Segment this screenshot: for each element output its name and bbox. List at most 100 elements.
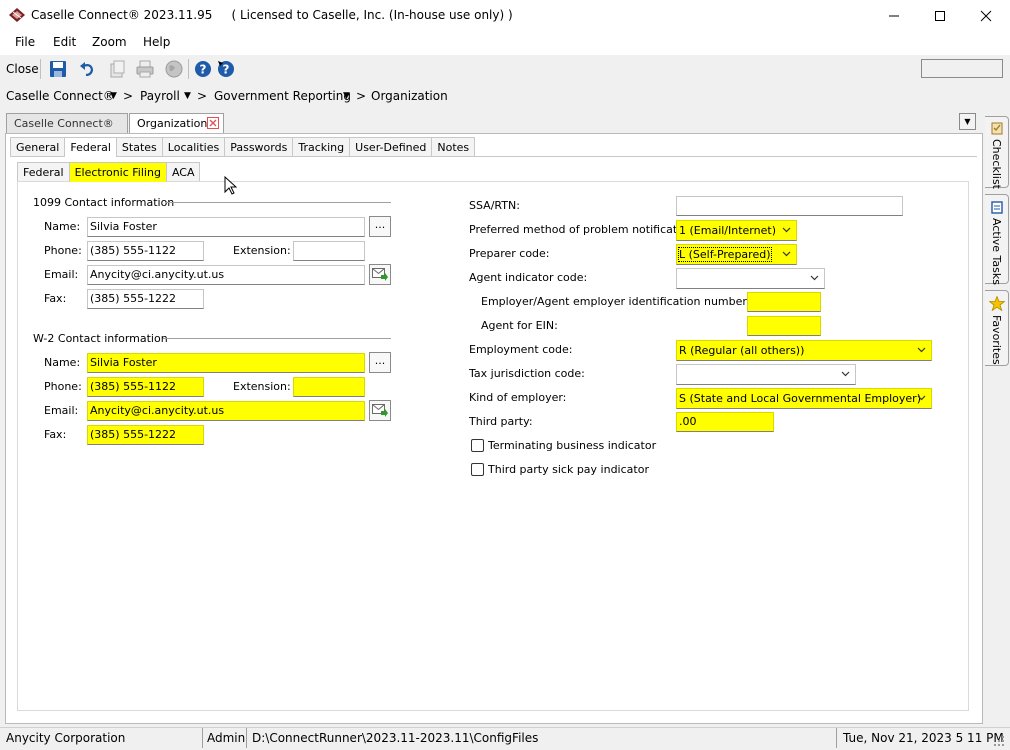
status-datetime: Tue, Nov 21, 2023 5 11 PM [843,731,1004,745]
status-separator [246,728,247,748]
tab-notes[interactable]: Notes [431,137,476,156]
tab-passwords[interactable]: Passwords [224,137,294,156]
notification-method-select[interactable]: 1 (Email/Internet) [676,220,797,241]
close-window-button[interactable] [963,0,1009,31]
breadcrumb-government-reporting[interactable]: Government Reporting [214,89,351,103]
subtab-aca[interactable]: ACA [165,162,201,181]
tax-jurisdiction-label: Tax jurisdiction code: [469,367,585,380]
menu-edit[interactable]: Edit [53,35,76,49]
side-tab-favorites-label: Favorites [990,315,1003,365]
contact-1099-phone-field[interactable]: (385) 555-1122 [87,241,204,261]
subtab-electronic-filing[interactable]: Electronic Filing [68,162,167,182]
undo-icon[interactable] [78,60,96,78]
minimize-button[interactable] [871,0,917,31]
toolbar-search-box[interactable] [921,59,1003,78]
side-tab-active-tasks-label: Active Tasks [990,218,1003,285]
employment-code-select[interactable]: R (Regular (all others)) [676,340,932,361]
terminating-business-checkbox[interactable] [471,439,484,452]
kind-of-employer-label: Kind of employer: [469,391,567,404]
menu-file[interactable]: File [15,35,35,49]
chevron-down-icon [810,275,819,281]
menu-help[interactable]: Help [143,35,170,49]
contact-w2-lookup-button[interactable]: ... [369,352,391,373]
ssa-rtn-field[interactable] [676,196,903,216]
fax-label: Fax: [44,292,67,305]
contact-w2-name-field[interactable]: Silvia Foster [87,353,365,373]
toolbar-divider [188,59,189,79]
contact-1099-email-field[interactable]: Anycity@ci.anycity.ut.us [87,265,365,285]
preparer-code-label: Preparer code: [469,247,550,260]
tab-list-dropdown[interactable]: ▼ [959,113,976,130]
contact-w2-email-field[interactable]: Anycity@ci.anycity.ut.us [87,401,365,421]
name-label: Name: [44,356,81,369]
tab-tracking[interactable]: Tracking [292,137,351,156]
subtab-strip: Federal Electronic Filing ACA [17,162,201,182]
tax-jurisdiction-select[interactable] [676,364,856,385]
help-icon[interactable]: ? [194,60,212,78]
mouse-cursor-icon [224,176,237,195]
close-icon [209,119,217,127]
status-organization: Anycity Corporation [6,731,126,745]
resize-grip-icon[interactable] [993,735,1005,747]
tab-general[interactable]: General [10,137,66,156]
close-tab-button[interactable] [207,117,219,129]
doc-tab-caselle-connect[interactable]: Caselle Connect® [6,113,128,133]
chevron-down-icon [841,371,850,377]
whats-this-help-icon[interactable]: ? [217,60,235,78]
third-party-field[interactable]: .00 [676,412,774,432]
third-party-label: Third party: [469,415,533,428]
contact-1099-lookup-button[interactable]: ... [369,216,391,237]
kind-of-employer-select[interactable]: S (State and Local Governmental Employer… [676,388,932,409]
chevron-down-icon [782,227,791,233]
extension-label: Extension: [233,380,291,393]
breadcrumb-organization[interactable]: Organization [371,89,448,103]
tab-localities[interactable]: Localities [161,137,226,156]
chevron-down-icon[interactable]: ▼ [110,91,117,101]
tab-strip: General Federal States Localities Passwo… [10,137,476,157]
chevron-down-icon: ▼ [964,117,971,126]
checklist-icon [991,122,1003,135]
side-tab-favorites[interactable]: Favorites [985,290,1009,366]
contact-w2-extension-field[interactable] [293,377,365,397]
contact-w2-fax-field[interactable]: (385) 555-1222 [87,425,204,445]
close-button[interactable]: Close [6,62,39,76]
menu-zoom[interactable]: Zoom [92,35,127,49]
side-tab-checklist[interactable]: Checklist [985,116,1009,189]
name-label: Name: [44,220,81,233]
chevron-down-icon [782,251,791,257]
ssa-rtn-label: SSA/RTN: [469,199,520,212]
subtab-federal[interactable]: Federal [17,162,70,181]
tab-states[interactable]: States [115,137,163,156]
maximize-button[interactable] [917,0,963,31]
send-email-button[interactable] [369,400,391,421]
ein-field[interactable] [747,292,821,312]
tab-federal[interactable]: Federal [64,137,117,157]
section-title-w2: W-2 Contact information [33,332,168,345]
send-mail-icon [372,404,388,417]
contact-1099-extension-field[interactable] [293,241,365,261]
contact-1099-name-field[interactable]: Silvia Foster [87,217,365,237]
contact-w2-phone-field[interactable]: (385) 555-1122 [87,377,204,397]
breadcrumb-separator: > [197,89,208,103]
print-icon[interactable] [136,60,154,78]
chevron-down-icon[interactable]: ▼ [343,91,350,101]
preparer-code-select[interactable]: L (Self-Prepared) [676,244,797,265]
minimize-icon [889,15,899,16]
tab-user-defined[interactable]: User-Defined [349,137,433,156]
section-divider [163,338,391,339]
globe-icon[interactable] [165,60,183,78]
agent-for-ein-field[interactable] [747,316,821,336]
copy-document-icon[interactable] [108,60,126,78]
breadcrumb-payroll[interactable]: Payroll [140,89,180,103]
side-tab-active-tasks[interactable]: Active Tasks [985,194,1009,285]
sick-pay-checkbox[interactable] [471,463,484,476]
chevron-down-icon[interactable]: ▼ [184,91,191,101]
toolbar-divider [40,59,41,79]
contact-1099-fax-field[interactable]: (385) 555-1222 [87,289,204,309]
save-icon[interactable] [49,60,67,78]
chevron-down-icon [917,395,926,401]
notification-method-label: Preferred method of problem notification… [469,223,698,236]
breadcrumb-caselle-connect[interactable]: Caselle Connect® [6,89,115,103]
send-email-button[interactable] [369,264,391,285]
agent-indicator-select[interactable] [676,268,825,289]
